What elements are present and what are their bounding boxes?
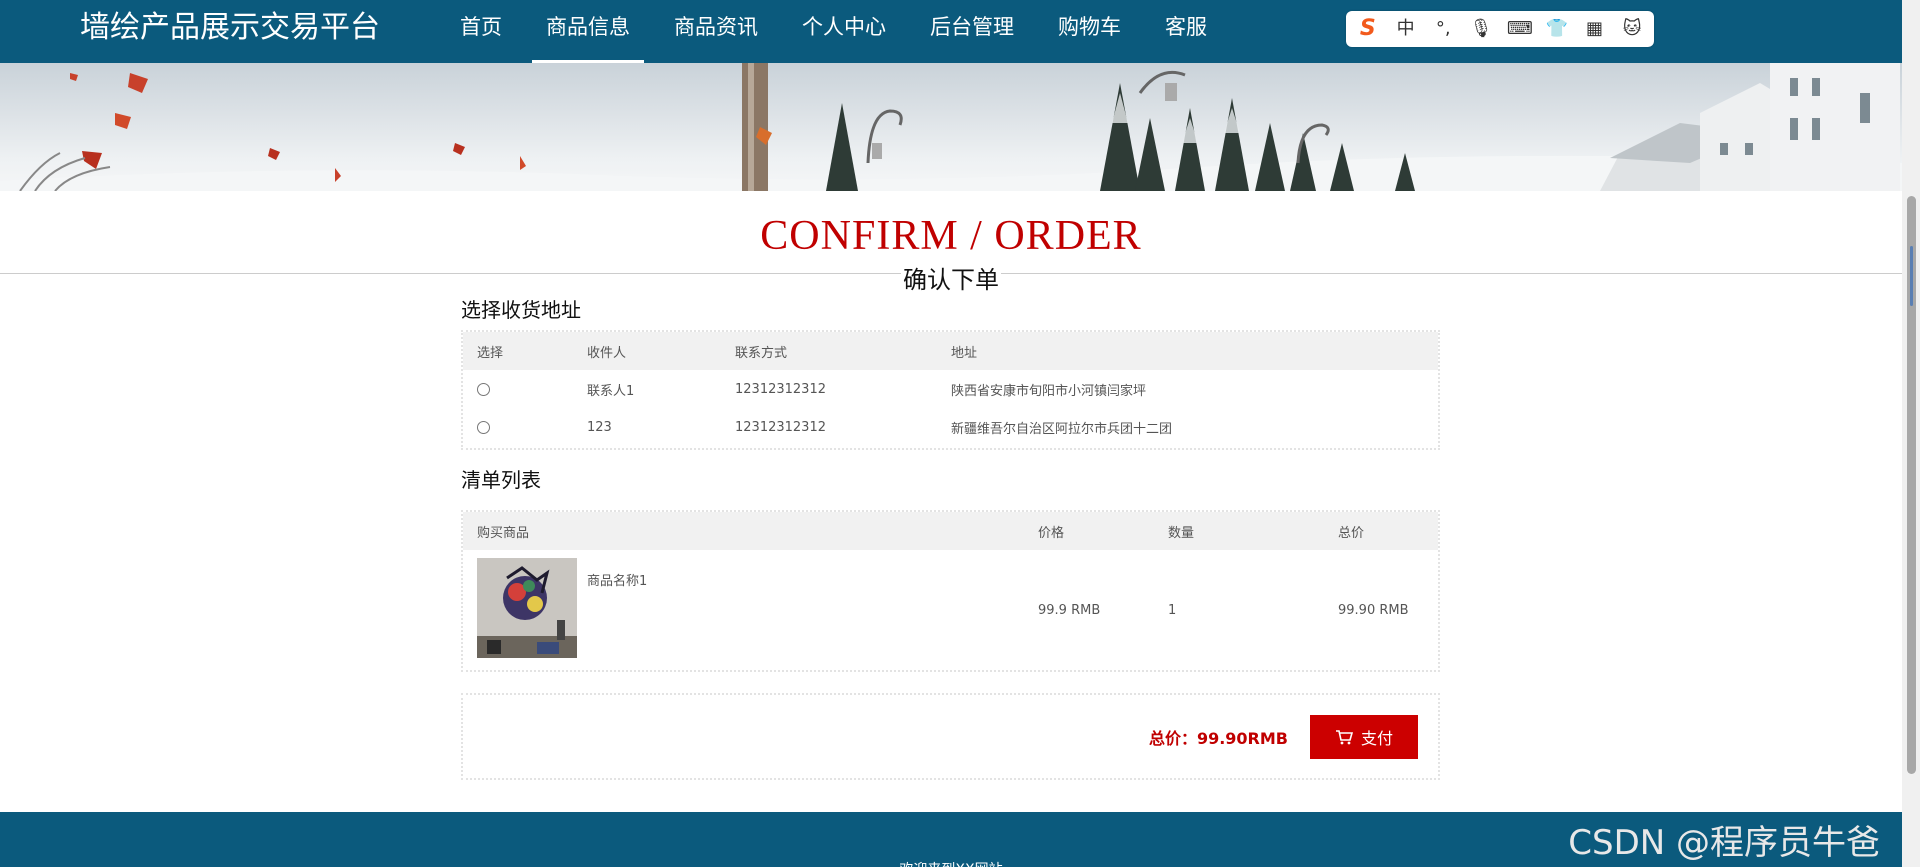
cart-icon (1335, 730, 1353, 745)
punctuation-icon[interactable]: °, (1431, 17, 1455, 41)
order-list-section-title: 清单列表 (461, 468, 541, 492)
column-header-quantity: 数量 (1154, 512, 1324, 550)
column-header-price: 价格 (1024, 512, 1154, 550)
recipient-phone: 12312312312 (735, 381, 826, 397)
column-header-recipient: 收件人 (573, 332, 721, 370)
address-section-title: 选择收货地址 (461, 298, 581, 322)
nav-item-cart[interactable]: 购物车 (1044, 0, 1135, 63)
table-row: 商品名称1 99.9 RMB 1 99.90 RMB (463, 550, 1438, 670)
nav-item-admin[interactable]: 后台管理 (916, 0, 1028, 63)
address-radio[interactable] (477, 420, 490, 434)
banner-illustration (0, 63, 1902, 191)
product-total: 99.90 RMB (1338, 602, 1409, 618)
nav-item-products[interactable]: 商品信息 (532, 0, 644, 63)
keyboard-icon[interactable]: ⌨ (1507, 17, 1533, 41)
page-scrollbar[interactable] (1902, 0, 1920, 867)
pay-button-label: 支付 (1360, 729, 1393, 748)
ime-toolbar: S 中 °, 🎙 ⌨ 👕 ▦ 🐱 (1346, 11, 1654, 47)
order-table-box: 购买商品 价格 数量 总价 商品名称1 99.9 RMB 1 99.90 RMB (461, 510, 1440, 672)
page-title-en: CONFIRM / ORDER (760, 213, 1142, 259)
recipient-name: 123 (587, 419, 612, 435)
column-header-product: 购买商品 (463, 512, 1024, 550)
table-row[interactable]: 联系人1 12312312312 陕西省安康市旬阳市小河镇闫家坪 (463, 370, 1438, 408)
chinese-mode-icon[interactable]: 中 (1394, 17, 1418, 41)
toolbox-icon[interactable]: ▦ (1583, 17, 1607, 41)
pay-button[interactable]: 支付 (1310, 715, 1418, 759)
product-name[interactable]: 商品名称1 (587, 558, 647, 658)
address-radio[interactable] (477, 382, 490, 396)
recipient-name: 联系人1 (587, 383, 635, 399)
page-title-cn-wrap: 确认下单 (0, 260, 1902, 295)
nav-item-profile[interactable]: 个人中心 (788, 0, 900, 63)
recipient-address: 新疆维吾尔自治区阿拉尔市兵团十二团 (951, 421, 1173, 437)
product-thumbnail[interactable] (477, 558, 577, 658)
address-table-header: 选择 收件人 联系方式 地址 (463, 332, 1438, 370)
nav-item-home[interactable]: 首页 (446, 0, 516, 63)
column-header-select: 选择 (463, 332, 573, 370)
mascot-icon[interactable]: 🐱 (1620, 17, 1644, 41)
recipient-address: 陕西省安康市旬阳市小河镇闫家坪 (951, 383, 1147, 399)
site-brand[interactable]: 墙绘产品展示交易平台 (80, 12, 380, 44)
table-row[interactable]: 123 12312312312 新疆维吾尔自治区阿拉尔市兵团十二团 (463, 408, 1438, 446)
scrollbar-position-marker (1910, 246, 1913, 306)
address-table-box: 选择 收件人 联系方式 地址 联系人1 12312312312 陕西省安康市旬阳… (461, 330, 1440, 450)
winter-banner (0, 63, 1902, 191)
address-table: 选择 收件人 联系方式 地址 联系人1 12312312312 陕西省安康市旬阳… (463, 332, 1438, 446)
microphone-icon[interactable]: 🎙 (1469, 17, 1493, 41)
nav-item-news[interactable]: 商品资讯 (660, 0, 772, 63)
product-quantity: 1 (1168, 602, 1177, 618)
column-header-total: 总价 (1324, 512, 1438, 550)
column-header-contact: 联系方式 (721, 332, 937, 370)
payment-box: 总价：99.90RMB 支付 (461, 693, 1440, 780)
main-nav: 首页 商品信息 商品资讯 个人中心 后台管理 购物车 客服 (446, 0, 1237, 63)
sogou-logo-icon[interactable]: S (1356, 17, 1380, 41)
product-image-art (477, 558, 577, 658)
column-header-address: 地址 (937, 332, 1438, 370)
page-title-cn: 确认下单 (901, 266, 1001, 294)
nav-item-service[interactable]: 客服 (1151, 0, 1221, 63)
product-price: 99.9 RMB (1038, 602, 1101, 618)
order-table: 购买商品 价格 数量 总价 商品名称1 99.9 RMB 1 99.90 RMB (463, 512, 1438, 670)
order-table-header: 购买商品 价格 数量 总价 (463, 512, 1438, 550)
skin-icon[interactable]: 👕 (1545, 17, 1569, 41)
order-total: 总价：99.90RMB (1148, 729, 1288, 748)
recipient-phone: 12312312312 (735, 419, 826, 435)
csdn-watermark: CSDN @程序员牛爸 (1568, 823, 1880, 863)
